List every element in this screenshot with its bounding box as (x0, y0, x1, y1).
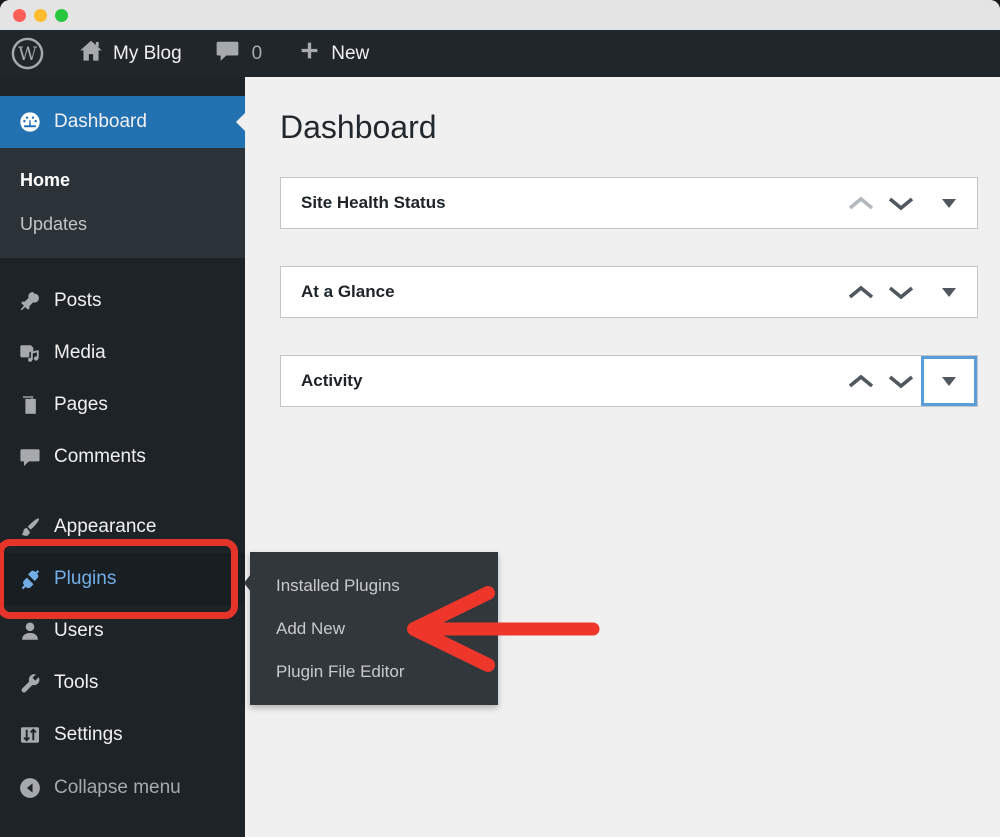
panel-title: Activity (281, 371, 362, 391)
triangle-down-icon (942, 377, 956, 386)
collapse-menu-label: Collapse menu (54, 777, 181, 799)
sidebar-item-posts[interactable]: Posts (0, 275, 245, 327)
sidebar-item-appearance[interactable]: Appearance (0, 501, 245, 553)
wrench-icon (18, 672, 42, 694)
sidebar-item-plugins[interactable]: Plugins (0, 553, 245, 605)
wp-admin-sidebar: Dashboard Home Updates Posts (0, 77, 245, 837)
sidebar-item-label: Appearance (54, 516, 156, 538)
sidebar-item-label: Pages (54, 394, 108, 416)
new-label: New (331, 43, 369, 65)
collapse-icon (18, 777, 42, 799)
collapse-panel-button[interactable] (921, 267, 977, 317)
zoom-window-button[interactable] (55, 9, 68, 22)
dashboard-widgets: Site Health Status At a Glance (280, 177, 978, 407)
close-window-button[interactable] (13, 9, 26, 22)
sliders-icon (18, 724, 42, 746)
comments-count: 0 (252, 43, 263, 65)
submenu-item-home[interactable]: Home (0, 158, 245, 202)
dashboard-submenu: Home Updates (0, 148, 245, 258)
dashboard-icon (18, 111, 42, 133)
panel-site-health: Site Health Status (280, 177, 978, 229)
sidebar-item-users[interactable]: Users (0, 605, 245, 657)
sidebar-item-label: Plugins (54, 568, 116, 590)
menu-separator (0, 258, 245, 275)
panel-title: At a Glance (281, 282, 395, 302)
panel-controls (841, 267, 977, 317)
sidebar-item-label: Tools (54, 672, 98, 694)
home-icon (79, 39, 103, 69)
sidebar-item-comments[interactable]: Comments (0, 431, 245, 483)
collapse-panel-button[interactable] (921, 356, 977, 406)
sidebar-item-label: Users (54, 620, 104, 642)
sidebar-item-media[interactable]: Media (0, 327, 245, 379)
plus-icon (299, 40, 320, 67)
wordpress-logo-icon[interactable]: W (11, 37, 44, 70)
sidebar-item-settings[interactable]: Settings (0, 709, 245, 761)
sidebar-item-label: Comments (54, 446, 146, 468)
move-down-button[interactable] (881, 267, 921, 317)
triangle-down-icon (942, 199, 956, 208)
pin-icon (18, 290, 42, 312)
plugins-flyout-menu: Installed Plugins Add New Plugin File Ed… (250, 552, 498, 705)
new-content-button[interactable]: New (299, 40, 369, 67)
sidebar-item-label: Media (54, 342, 106, 364)
user-icon (18, 620, 42, 642)
comment-icon (18, 446, 42, 468)
media-icon (18, 342, 42, 364)
move-up-button[interactable] (841, 178, 881, 228)
move-up-button[interactable] (841, 267, 881, 317)
plug-icon (18, 568, 42, 590)
comments-shortcut[interactable]: 0 (215, 38, 263, 69)
flyout-item-add-new[interactable]: Add New (250, 607, 498, 650)
sidebar-item-tools[interactable]: Tools (0, 657, 245, 709)
wp-admin-bar: W My Blog 0 (0, 30, 1000, 77)
panel-title: Site Health Status (281, 193, 446, 213)
panel-activity: Activity (280, 355, 978, 407)
sidebar-item-label: Posts (54, 290, 102, 312)
brush-icon (18, 516, 42, 538)
move-down-button[interactable] (881, 178, 921, 228)
page-title: Dashboard (280, 107, 1000, 147)
flyout-item-plugin-file-editor[interactable]: Plugin File Editor (250, 650, 498, 693)
macos-titlebar (0, 0, 1000, 30)
sidebar-item-dashboard[interactable]: Dashboard (0, 96, 245, 148)
triangle-down-icon (942, 288, 956, 297)
move-down-button[interactable] (881, 356, 921, 406)
main-content: Dashboard Site Health Status At a (245, 77, 1000, 837)
sidebar-item-pages[interactable]: Pages (0, 379, 245, 431)
panel-at-a-glance: At a Glance (280, 266, 978, 318)
submenu-item-updates[interactable]: Updates (0, 202, 245, 246)
panel-controls (841, 356, 977, 406)
pages-icon (18, 394, 42, 416)
sidebar-item-label: Settings (54, 724, 123, 746)
wordpress-admin-window: W My Blog 0 (0, 0, 1000, 837)
site-name: My Blog (113, 43, 182, 65)
move-up-button[interactable] (841, 356, 881, 406)
minimize-window-button[interactable] (34, 9, 47, 22)
collapse-menu-button[interactable]: Collapse menu (0, 763, 245, 813)
flyout-item-installed-plugins[interactable]: Installed Plugins (250, 564, 498, 607)
panel-controls (841, 178, 977, 228)
site-link[interactable]: My Blog (79, 39, 182, 69)
sidebar-item-label: Dashboard (54, 111, 147, 133)
menu-separator (0, 483, 245, 501)
svg-text:W: W (18, 44, 38, 65)
collapse-panel-button[interactable] (921, 178, 977, 228)
comment-bubble-icon (215, 38, 240, 69)
